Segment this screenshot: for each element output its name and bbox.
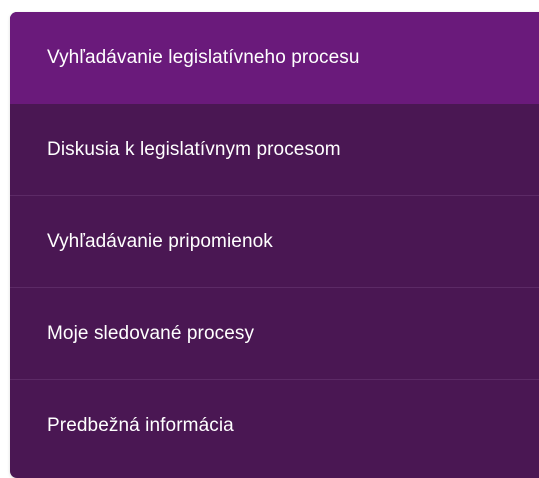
menu-item-legislative-discussion[interactable]: Diskusia k legislatívnym procesom bbox=[10, 104, 539, 196]
side-navigation-menu: Vyhľadávanie legislatívneho procesu Disk… bbox=[10, 12, 539, 478]
menu-item-label: Predbežná informácia bbox=[47, 415, 234, 436]
menu-item-my-followed-processes[interactable]: Moje sledované procesy bbox=[10, 288, 539, 380]
menu-item-label: Diskusia k legislatívnym procesom bbox=[47, 138, 341, 160]
menu-item-label: Vyhľadávanie pripomienok bbox=[47, 230, 273, 252]
menu-item-label: Vyhľadávanie legislatívneho procesu bbox=[47, 46, 360, 68]
menu-item-preliminary-information[interactable]: Predbežná informácia bbox=[10, 380, 539, 472]
menu-item-label: Moje sledované procesy bbox=[47, 322, 255, 344]
menu-item-comments-search[interactable]: Vyhľadávanie pripomienok bbox=[10, 196, 539, 288]
menu-item-legislative-process-search[interactable]: Vyhľadávanie legislatívneho procesu bbox=[10, 12, 539, 104]
